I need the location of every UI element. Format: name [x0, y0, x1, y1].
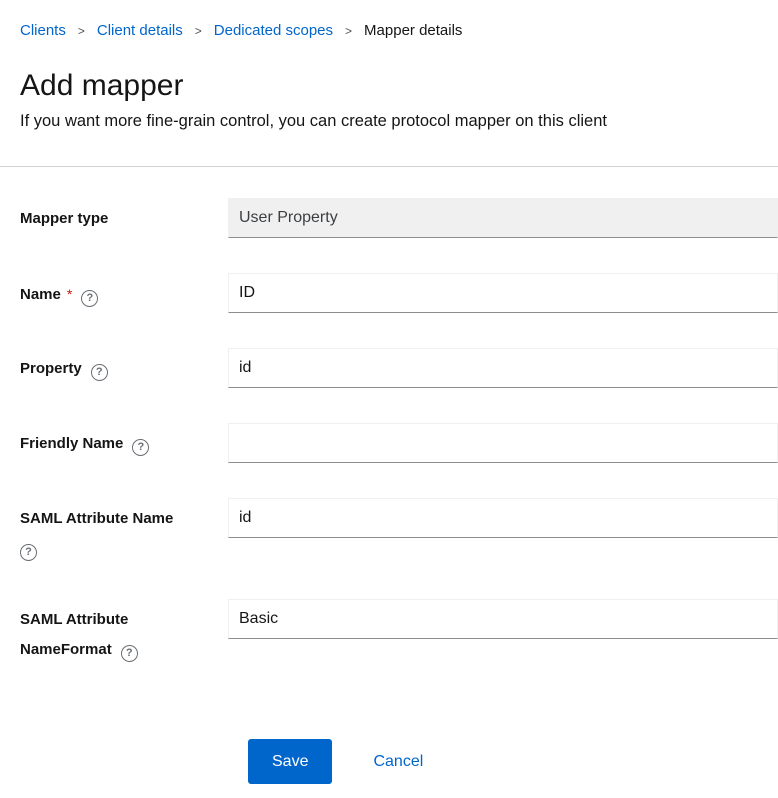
add-mapper-form: Mapper type Name *? Property? Friendly Na…	[0, 167, 778, 784]
name-label: Name *?	[20, 273, 228, 310]
property-label: Property?	[20, 348, 228, 384]
saml-attribute-name-label: SAML Attribute Name ?	[20, 498, 228, 564]
form-row-friendly-name: Friendly Name?	[20, 423, 778, 463]
form-actions: Save Cancel	[248, 739, 778, 784]
saml-attribute-nameformat-input[interactable]	[228, 599, 778, 639]
mapper-type-label: Mapper type	[20, 198, 228, 234]
saml-attribute-name-input-wrap	[228, 498, 778, 538]
breadcrumb-item-client-details[interactable]: Client details	[97, 21, 183, 41]
saml-attribute-name-input[interactable]	[228, 498, 778, 538]
friendly-name-input[interactable]	[228, 423, 778, 463]
saml-attribute-nameformat-label: SAML Attribute NameFormat?	[20, 599, 228, 665]
name-label-text: Name	[20, 286, 61, 303]
help-icon[interactable]: ?	[132, 439, 150, 456]
page-title: Add mapper	[20, 69, 184, 102]
breadcrumb-separator-icon: >	[77, 24, 85, 38]
breadcrumb-separator-icon: >	[194, 24, 202, 38]
friendly-name-label-text: Friendly Name	[20, 435, 124, 452]
breadcrumb-item-dedicated-scopes[interactable]: Dedicated scopes	[214, 21, 333, 41]
page-subtitle: If you want more fine-grain control, you…	[20, 112, 607, 130]
breadcrumb-item-clients[interactable]: Clients	[20, 21, 66, 41]
form-row-mapper-type: Mapper type	[20, 198, 778, 238]
saml-attribute-name-label-text: SAML Attribute Name	[20, 510, 174, 527]
form-row-saml-attribute-nameformat: SAML Attribute NameFormat?	[20, 599, 778, 665]
saml-attribute-nameformat-label-text: SAML Attribute NameFormat	[20, 611, 129, 658]
form-row-name: Name *?	[20, 273, 778, 313]
breadcrumb-separator-icon: >	[345, 24, 353, 38]
form-row-saml-attribute-name: SAML Attribute Name ?	[20, 498, 778, 564]
cancel-link[interactable]: Cancel	[373, 753, 423, 771]
breadcrumb-item-mapper-details: Mapper details	[364, 22, 463, 39]
friendly-name-input-wrap	[228, 423, 778, 463]
property-input[interactable]	[228, 348, 778, 388]
help-icon[interactable]: ?	[120, 645, 138, 662]
name-input-wrap	[228, 273, 778, 313]
property-input-wrap	[228, 348, 778, 388]
name-input[interactable]	[228, 273, 778, 313]
form-row-property: Property?	[20, 348, 778, 388]
help-icon[interactable]: ?	[81, 290, 99, 307]
saml-attribute-nameformat-input-wrap	[228, 599, 778, 639]
help-icon[interactable]: ?	[20, 544, 37, 561]
help-icon[interactable]: ?	[90, 364, 108, 381]
mapper-type-label-text: Mapper type	[20, 210, 109, 227]
property-label-text: Property	[20, 360, 82, 377]
friendly-name-label: Friendly Name?	[20, 423, 228, 459]
breadcrumb: Clients > Client details > Dedicated sco…	[20, 21, 758, 41]
required-indicator: *	[66, 286, 73, 302]
save-button[interactable]: Save	[248, 739, 333, 784]
mapper-type-input	[228, 198, 778, 238]
mapper-type-input-wrap	[228, 198, 778, 238]
page-header: Clients > Client details > Dedicated sco…	[0, 0, 778, 133]
